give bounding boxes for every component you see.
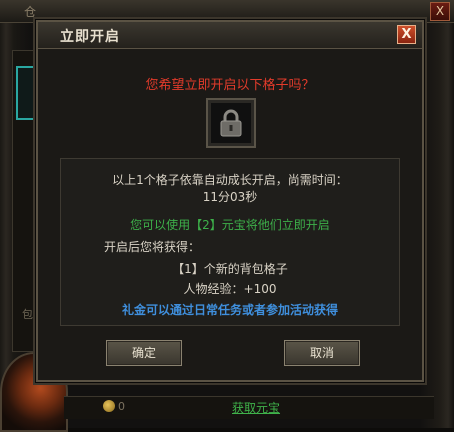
dialog-title-bar: 立即开启 X (38, 22, 422, 49)
confirm-question: 您希望立即开启以下格子吗？ (145, 78, 315, 93)
reward-exp: 人物经验：+100 (183, 282, 277, 296)
currency-value: 0 (118, 400, 125, 413)
info-panel: 以上1个格子依靠自动成长开启，尚需时间： 11分03秒 您可以使用【2】元宝将他… (60, 158, 400, 326)
locked-slot (206, 98, 256, 148)
dialog-close-button[interactable]: X (397, 25, 416, 44)
auto-open-text: 以上1个格子依靠自动成长开启，尚需时间： (112, 173, 348, 187)
background-left-label: 包 (22, 308, 33, 321)
use-currency-text: 您可以使用【2】元宝将他们立即开启 (130, 218, 330, 232)
unlock-dialog: 立即开启 X 您希望立即开启以下格子吗？ 以上1个格子依靠自动成长开启，尚需时间… (36, 20, 424, 382)
reward-slot: 【1】个新的背包格子 (172, 262, 288, 276)
currency-icon (103, 400, 115, 412)
get-currency-link[interactable]: 获取元宝 (232, 399, 280, 416)
background-title-fragment: 仓 (24, 5, 37, 19)
lock-icon (220, 109, 242, 137)
confirm-button[interactable]: 确定 (106, 340, 182, 366)
time-remaining: 11分03秒 (202, 190, 258, 204)
gain-header: 开启后您将获得： (104, 240, 201, 254)
background-selected-tab[interactable] (16, 66, 38, 120)
cancel-button[interactable]: 取消 (284, 340, 360, 366)
gift-tip: 礼金可以通过日常任务或者参加活动获得 (121, 303, 338, 317)
dialog-title: 立即开启 (60, 29, 120, 45)
background-close-button[interactable]: X (430, 2, 450, 21)
